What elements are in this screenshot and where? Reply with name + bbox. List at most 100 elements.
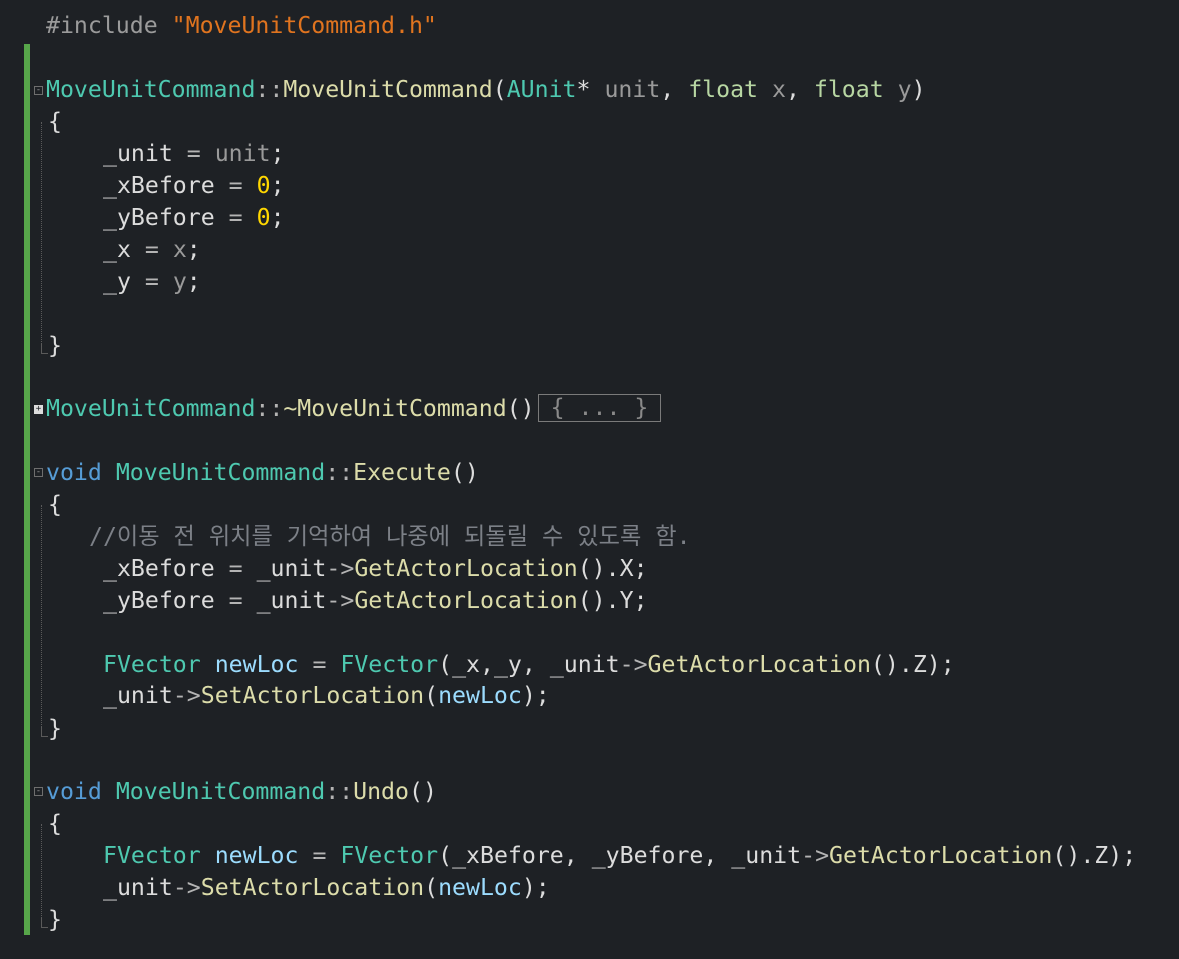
collapsed-block[interactable]: { ... } — [537, 394, 662, 422]
code-line: { — [48, 810, 62, 837]
local-var: newLoc — [214, 651, 299, 678]
indent-guide — [41, 824, 42, 916]
function-name: Execute — [353, 459, 451, 486]
fold-collapse-icon[interactable]: - — [34, 86, 43, 95]
fold-collapse-icon[interactable]: - — [34, 468, 43, 477]
keyword: void — [46, 459, 102, 486]
indent-guide-end — [41, 917, 48, 928]
param-name: unit — [604, 76, 661, 103]
include-directive: #include — [46, 12, 158, 39]
scope-op: :: — [255, 395, 284, 422]
member-var: _unit — [256, 587, 327, 614]
member-var: _y — [493, 651, 522, 678]
scope-op: :: — [255, 76, 284, 103]
ctor-name: MoveUnitCommand — [283, 76, 493, 103]
number-literal: 0 — [256, 172, 271, 199]
type-name: FVector — [340, 842, 439, 869]
field: Y — [619, 587, 634, 614]
indent-guide-end — [41, 343, 48, 354]
code-line: MoveUnitCommand::~MoveUnitCommand(){ ...… — [46, 393, 1176, 425]
scope-op: :: — [325, 778, 354, 805]
function-call: SetActorLocation — [200, 874, 425, 901]
code-line: #include "MoveUnitCommand.h" — [46, 10, 1176, 42]
class-name: MoveUnitCommand — [46, 76, 256, 103]
member-var: _unit — [103, 140, 173, 167]
function-call: SetActorLocation — [200, 682, 425, 709]
member-var: _xBefore — [452, 842, 564, 869]
code-line: _unit = unit; — [103, 140, 285, 167]
code-line: _y = y; — [103, 268, 201, 295]
indent-guide — [41, 122, 42, 342]
code-line: //이동 전 위치를 기억하여 나중에 되돌릴 수 있도록 함. — [89, 521, 1179, 553]
dtor-name: ~MoveUnitCommand — [283, 395, 507, 422]
member-var: _unit — [549, 651, 620, 678]
member-var: _unit — [103, 874, 173, 901]
member-var: _yBefore — [103, 587, 215, 614]
member-var: _yBefore — [591, 842, 704, 869]
code-line: void MoveUnitCommand::Execute() — [46, 459, 479, 486]
local-var: newLoc — [438, 874, 522, 901]
code-line: _x = x; — [103, 236, 201, 263]
fold-expand-icon[interactable]: + — [34, 405, 43, 414]
member-var: _xBefore — [103, 555, 215, 582]
code-line: { — [48, 491, 62, 518]
code-line: _xBefore = _unit->GetActorLocation().X; — [103, 555, 648, 582]
code-line: _unit->SetActorLocation(newLoc); — [103, 682, 550, 709]
function-call: GetActorLocation — [354, 587, 578, 614]
code-line: void MoveUnitCommand::Undo() — [46, 778, 437, 805]
number-literal: 0 — [256, 204, 271, 231]
member-var: _unit — [256, 555, 327, 582]
member-var: _x — [103, 236, 131, 263]
class-name: MoveUnitCommand — [46, 395, 256, 422]
function-name: Undo — [353, 778, 409, 805]
function-call: GetActorLocation — [354, 555, 578, 582]
type-name: FVector — [340, 651, 439, 678]
include-file: "MoveUnitCommand.h" — [171, 12, 437, 39]
ptr-op: * — [576, 76, 591, 103]
local-var: newLoc — [214, 842, 299, 869]
function-call: GetActorLocation — [829, 842, 1053, 869]
param-type: AUnit — [506, 76, 577, 103]
member-var: _unit — [731, 842, 802, 869]
param-name: x — [772, 76, 786, 103]
code-line: MoveUnitCommand::MoveUnitCommand(AUnit* … — [46, 76, 926, 103]
member-var: _xBefore — [103, 172, 215, 199]
code-line: _xBefore = 0; — [103, 172, 285, 199]
param-type: float — [813, 76, 884, 103]
comment: //이동 전 위치를 기억하여 나중에 되돌릴 수 있도록 함. — [89, 523, 691, 550]
type-name: FVector — [103, 651, 201, 678]
param-ref: x — [172, 236, 187, 263]
code-editor[interactable]: - + - - #include "MoveUnitCommand.h" Mov… — [0, 0, 1179, 959]
fold-collapse-icon[interactable]: - — [34, 787, 43, 796]
member-var: _yBefore — [103, 204, 215, 231]
field: Z — [1094, 842, 1109, 869]
keyword: void — [46, 778, 102, 805]
code-line: _yBefore = _unit->GetActorLocation().Y; — [103, 587, 648, 614]
indent-guide — [41, 505, 42, 725]
code-line: FVector newLoc = FVector(_xBefore, _yBef… — [103, 842, 1137, 869]
member-var: _y — [103, 268, 131, 295]
field: X — [619, 555, 634, 582]
code-line: FVector newLoc = FVector(_x,_y, _unit->G… — [103, 651, 955, 678]
param-type: float — [688, 76, 759, 103]
member-var: _x — [452, 651, 480, 678]
param-ref: y — [172, 268, 187, 295]
class-name: MoveUnitCommand — [115, 459, 326, 486]
scope-op: :: — [325, 459, 354, 486]
param-ref: unit — [214, 140, 271, 167]
type-name: FVector — [103, 842, 201, 869]
function-call: GetActorLocation — [647, 651, 871, 678]
class-name: MoveUnitCommand — [115, 778, 326, 805]
local-var: newLoc — [438, 682, 522, 709]
code-line: } — [48, 715, 62, 742]
param-name: y — [897, 76, 912, 103]
field: Z — [912, 651, 927, 678]
code-line: { — [48, 108, 62, 135]
code-line: _yBefore = 0; — [103, 204, 285, 231]
code-line: } — [48, 332, 62, 359]
code-line: _unit->SetActorLocation(newLoc); — [103, 874, 550, 901]
member-var: _unit — [103, 682, 173, 709]
indent-guide-end — [41, 726, 48, 737]
code-line: } — [48, 906, 62, 933]
change-bar — [24, 44, 30, 935]
